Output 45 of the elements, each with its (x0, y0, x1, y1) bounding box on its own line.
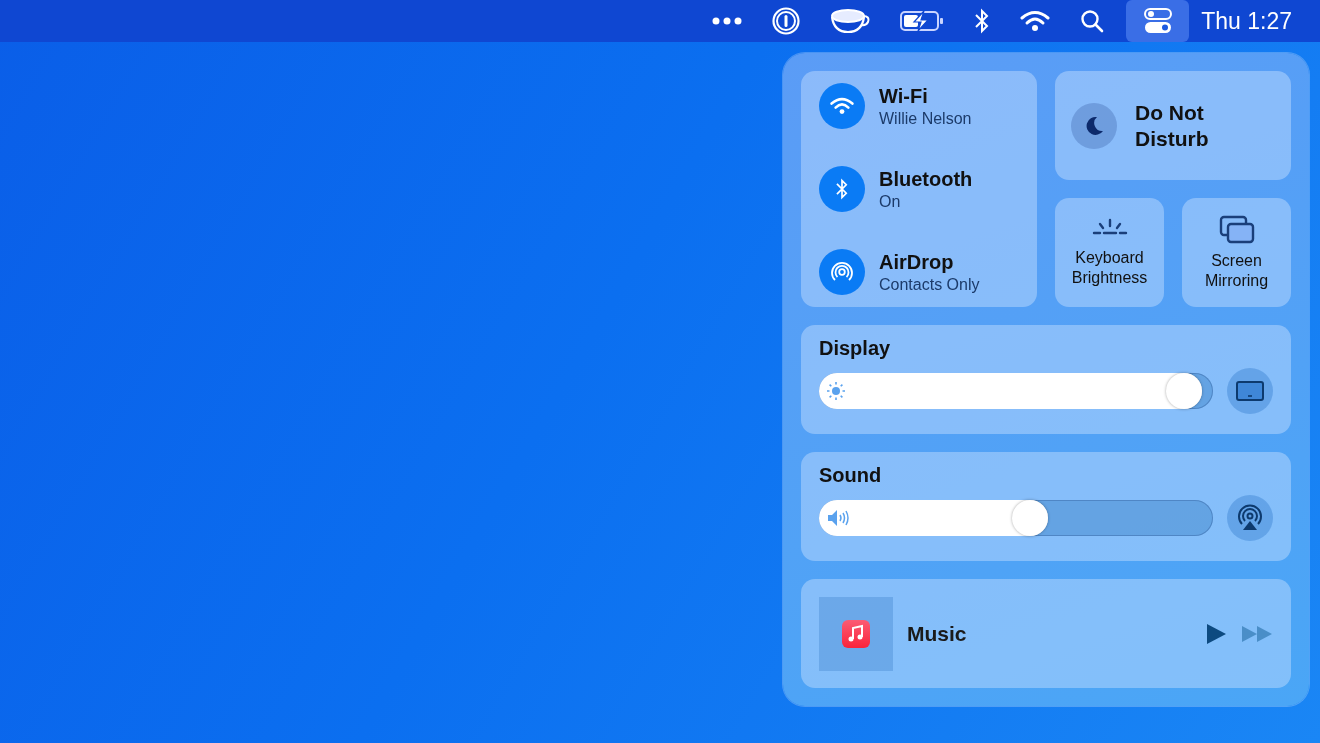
fast-forward-icon (1241, 624, 1273, 643)
slider-title: Display (819, 337, 892, 360)
play-icon (1205, 621, 1227, 646)
toggle-title: AirDrop (879, 250, 955, 274)
control-center-menu-item[interactable] (1126, 0, 1190, 42)
volume-slider[interactable] (819, 500, 1213, 536)
airplay-audio-icon (1236, 504, 1264, 532)
now-playing-app: Music (907, 621, 968, 646)
search-icon[interactable] (1080, 9, 1105, 33)
slider-thumb[interactable] (1012, 500, 1049, 536)
toggle-title: Bluetooth (879, 167, 973, 191)
speaker-icon (826, 508, 852, 528)
tile-label: Screen Mirroring (1203, 250, 1270, 291)
display-settings-button[interactable] (1227, 368, 1273, 414)
slider-thumb[interactable] (1166, 373, 1203, 409)
do-not-disturb-toggle[interactable] (1071, 102, 1117, 149)
cup-icon[interactable] (830, 8, 871, 34)
wifi-icon[interactable] (1020, 10, 1051, 32)
screen-mirroring-icon (1218, 214, 1255, 245)
toggle-status: On (879, 192, 902, 211)
bluetooth-toggle[interactable] (819, 166, 865, 212)
wifi-icon (830, 97, 854, 115)
toggle-status: Willie Nelson (879, 109, 972, 128)
music-note-icon (842, 619, 870, 648)
keyboard-brightness-tile[interactable]: Keyboard Brightness (1055, 198, 1164, 307)
keyhole-circle-icon[interactable] (772, 7, 801, 35)
slider-title: Sound (819, 464, 883, 487)
battery-charging-icon[interactable] (900, 10, 945, 32)
menu-bar-clock: Thu 1:27 (1201, 7, 1292, 35)
do-not-disturb-label: Do Not Disturb (1135, 99, 1210, 152)
play-button[interactable] (1205, 621, 1227, 646)
bluetooth-icon (835, 178, 849, 200)
do-not-disturb-tile[interactable]: Do Not Disturb (1055, 71, 1291, 180)
airplay-button[interactable] (1227, 495, 1273, 541)
display-icon (1235, 379, 1265, 403)
toggle-title: Wi-Fi (879, 84, 929, 108)
tile-label: Keyboard Brightness (1070, 247, 1149, 288)
toggle-status: Contacts Only (879, 275, 980, 294)
bluetooth-icon[interactable] (974, 8, 991, 34)
toggles-icon (1143, 8, 1172, 34)
sun-icon (826, 381, 846, 401)
airdrop-toggle[interactable] (819, 249, 865, 295)
wifi-toggle[interactable] (819, 83, 865, 129)
screen-mirroring-tile[interactable]: Screen Mirroring (1182, 198, 1291, 307)
more-icon[interactable] (712, 17, 743, 25)
